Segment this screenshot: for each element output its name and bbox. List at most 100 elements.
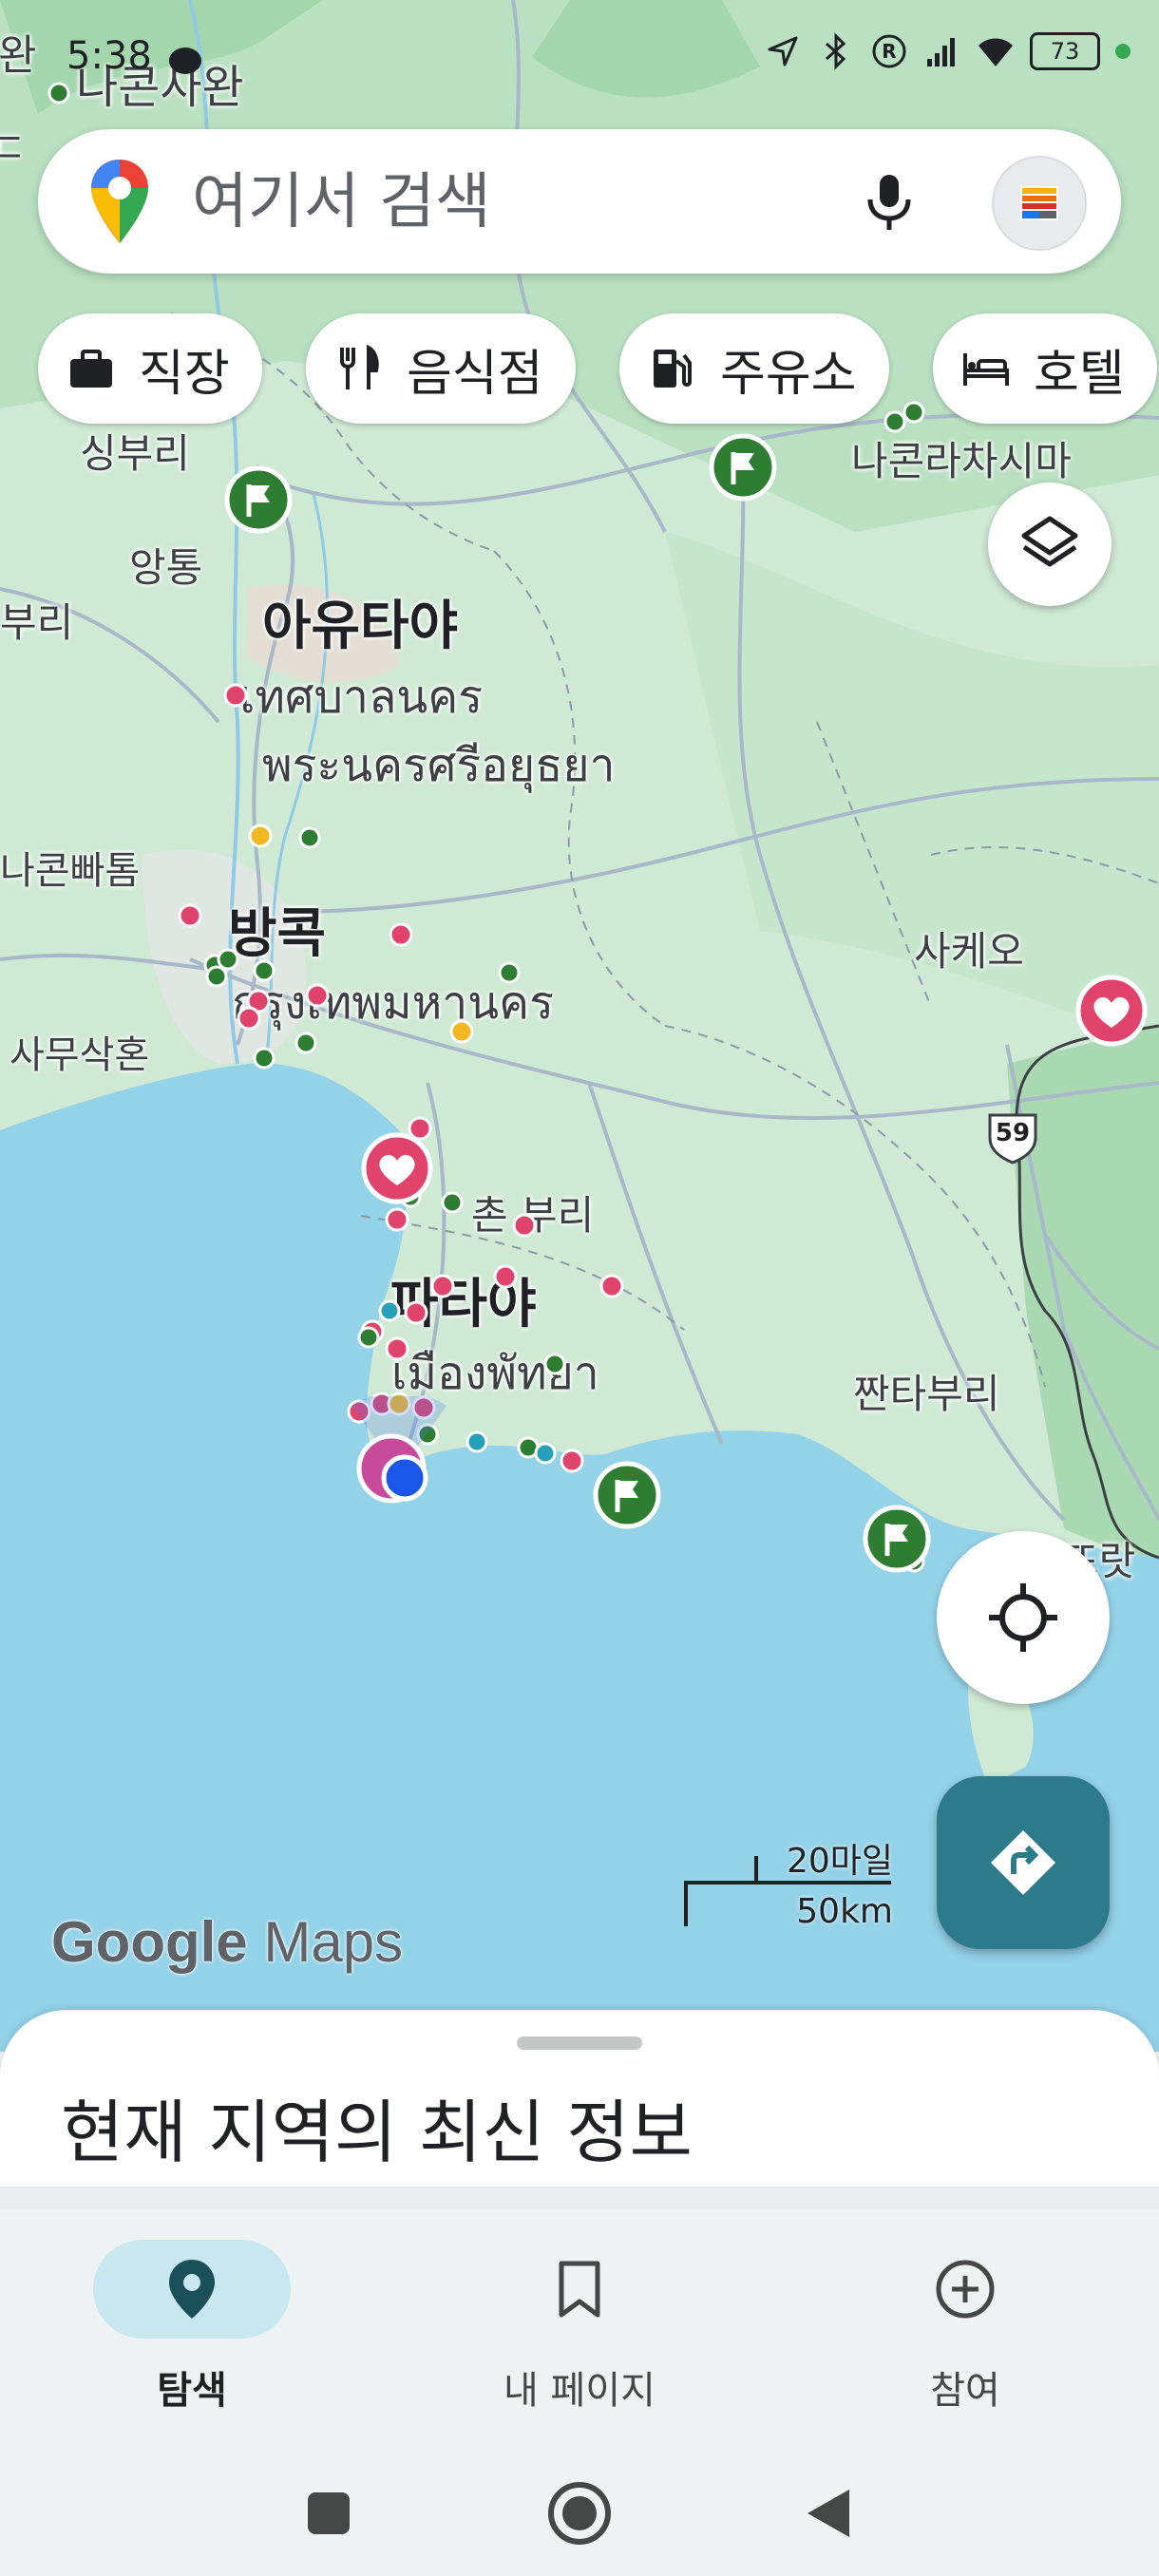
- microphone-icon[interactable]: [855, 167, 923, 236]
- poi-dot: [253, 959, 276, 982]
- chip-label: 호텔: [1034, 345, 1125, 403]
- chip-label: 주유소: [720, 345, 857, 403]
- battery-indicator: 73: [1030, 32, 1100, 70]
- poi-layer: [48, 82, 925, 1573]
- map-scale: 20마일 50km: [684, 1833, 893, 1938]
- nav-explore-pill: [93, 2240, 291, 2339]
- map-view[interactable]: 나콘사완 완 ㄷ 싱부리 앙통 부리 아유타야 เทศบาลนคร พระนคร…: [0, 0, 1159, 2052]
- search-bar[interactable]: [38, 129, 1121, 274]
- wifi-icon: [978, 38, 1013, 66]
- flag-pin-icon[interactable]: [224, 465, 293, 534]
- roaming-icon: R: [872, 34, 906, 68]
- chip-work[interactable]: 직장: [38, 313, 262, 424]
- poi-dot: [385, 1207, 409, 1232]
- google-maps-app: 나콘사완 완 ㄷ 싱부리 앙통 부리 아유타야 เทศบาลนคร พระนคร…: [0, 0, 1159, 2576]
- bottom-navigation: 탐색 내 페이지 참여: [0, 2213, 1159, 2451]
- notification-icon: [169, 47, 201, 74]
- poi-dot: [385, 1336, 409, 1361]
- bookmark-icon: [559, 2261, 600, 2318]
- poi-dot: [441, 1191, 464, 1214]
- flag-pin-icon[interactable]: [593, 1461, 661, 1529]
- nav-contribute-label: 참여: [930, 2369, 1000, 2413]
- avatar-image: [1020, 186, 1058, 220]
- svg-text:R: R: [882, 40, 896, 63]
- current-location-marker: [332, 1396, 466, 1529]
- recents-button[interactable]: [291, 2475, 367, 2551]
- poi-dot: [378, 1299, 401, 1322]
- crosshair-icon: [989, 1583, 1057, 1652]
- system-navigation-bar: [0, 2451, 1159, 2576]
- poi-dot: [237, 1006, 261, 1031]
- nav-explore[interactable]: 탐색: [49, 2240, 334, 2430]
- poi-dot: [430, 1274, 455, 1298]
- logo-maps: Maps: [263, 1910, 404, 1974]
- home-circle-icon: [548, 2482, 611, 2545]
- nav-my-page[interactable]: 내 페이지: [437, 2240, 722, 2430]
- search-input[interactable]: [190, 163, 878, 241]
- poi-dot: [178, 903, 202, 928]
- privacy-indicator-dot: [1115, 44, 1130, 59]
- heart-pin-icon[interactable]: [361, 1132, 433, 1204]
- status-icons: R 73: [764, 32, 1130, 70]
- poi-dot: [357, 1326, 380, 1349]
- bottom-sheet[interactable]: 현재 지역의 최신 정보: [0, 2010, 1159, 2190]
- directions-button[interactable]: [937, 1776, 1110, 1949]
- poi-dot: [253, 1047, 276, 1070]
- heart-pin-icon[interactable]: [1075, 975, 1148, 1047]
- poi-dot: [217, 948, 239, 971]
- poi-dot: [534, 1442, 557, 1465]
- nav-my-page-pill: [481, 2240, 678, 2339]
- location-pin-icon: [169, 2260, 215, 2319]
- layers-button[interactable]: [988, 483, 1112, 606]
- google-maps-pin-icon: [91, 160, 148, 243]
- profile-avatar[interactable]: [992, 156, 1087, 251]
- poi-dot: [498, 961, 521, 984]
- chip-gas-stations[interactable]: 주유소: [619, 313, 889, 424]
- square-icon: [308, 2492, 350, 2534]
- chip-hotels[interactable]: 호텔: [933, 313, 1157, 424]
- poi-dot: [493, 1264, 518, 1289]
- nav-explore-label: 탐색: [157, 2369, 227, 2413]
- navigation-arrow-icon: [768, 36, 798, 66]
- category-chips: 직장 음식점 주유소 호텔: [38, 313, 1159, 427]
- scale-km: 50km: [796, 1892, 893, 1931]
- sheet-drag-handle[interactable]: [517, 2036, 642, 2050]
- logo-google: Google: [51, 1910, 248, 1974]
- back-button[interactable]: [790, 2475, 866, 2551]
- flag-pin-icon[interactable]: [709, 433, 777, 502]
- poi-dot: [298, 826, 321, 849]
- home-button[interactable]: [542, 2475, 618, 2551]
- poi-dot: [512, 1213, 537, 1238]
- poi-dot: [466, 1430, 488, 1453]
- poi-dot: [543, 1353, 566, 1375]
- poi-dot: [560, 1449, 584, 1473]
- chip-restaurants[interactable]: 음식점: [306, 313, 576, 424]
- poi-dot: [294, 1032, 317, 1054]
- nav-my-page-label: 내 페이지: [504, 2369, 656, 2413]
- poi-dot: [305, 983, 330, 1008]
- google-maps-logo: Google Maps: [51, 1909, 403, 1975]
- status-time: 5:38: [66, 34, 152, 78]
- restaurant-icon: [340, 344, 379, 389]
- poi-dot: [389, 922, 413, 947]
- sheet-divider: [0, 2187, 1159, 2209]
- briefcase-icon: [70, 350, 112, 388]
- my-location-button[interactable]: [937, 1531, 1110, 1704]
- chip-label: 음식점: [407, 345, 543, 403]
- bluetooth-icon: [826, 32, 846, 70]
- nav-contribute[interactable]: 참여: [823, 2240, 1108, 2430]
- poi-dot: [205, 965, 228, 988]
- nav-contribute-pill: [866, 2240, 1064, 2339]
- directions-icon: [991, 1830, 1055, 1895]
- poi-dot: [248, 824, 273, 848]
- poi-dot: [404, 1300, 428, 1325]
- hotel-icon: [963, 353, 1009, 386]
- back-triangle-icon: [808, 2490, 849, 2537]
- flag-pin-icon[interactable]: [863, 1505, 931, 1573]
- gas-station-icon: [654, 350, 692, 388]
- scale-miles: 20마일: [786, 1842, 893, 1881]
- status-bar: 5:38 R 73: [0, 27, 1159, 93]
- poi-dot: [449, 1019, 474, 1044]
- poi-dot: [599, 1274, 624, 1298]
- add-circle-icon: [936, 2260, 995, 2319]
